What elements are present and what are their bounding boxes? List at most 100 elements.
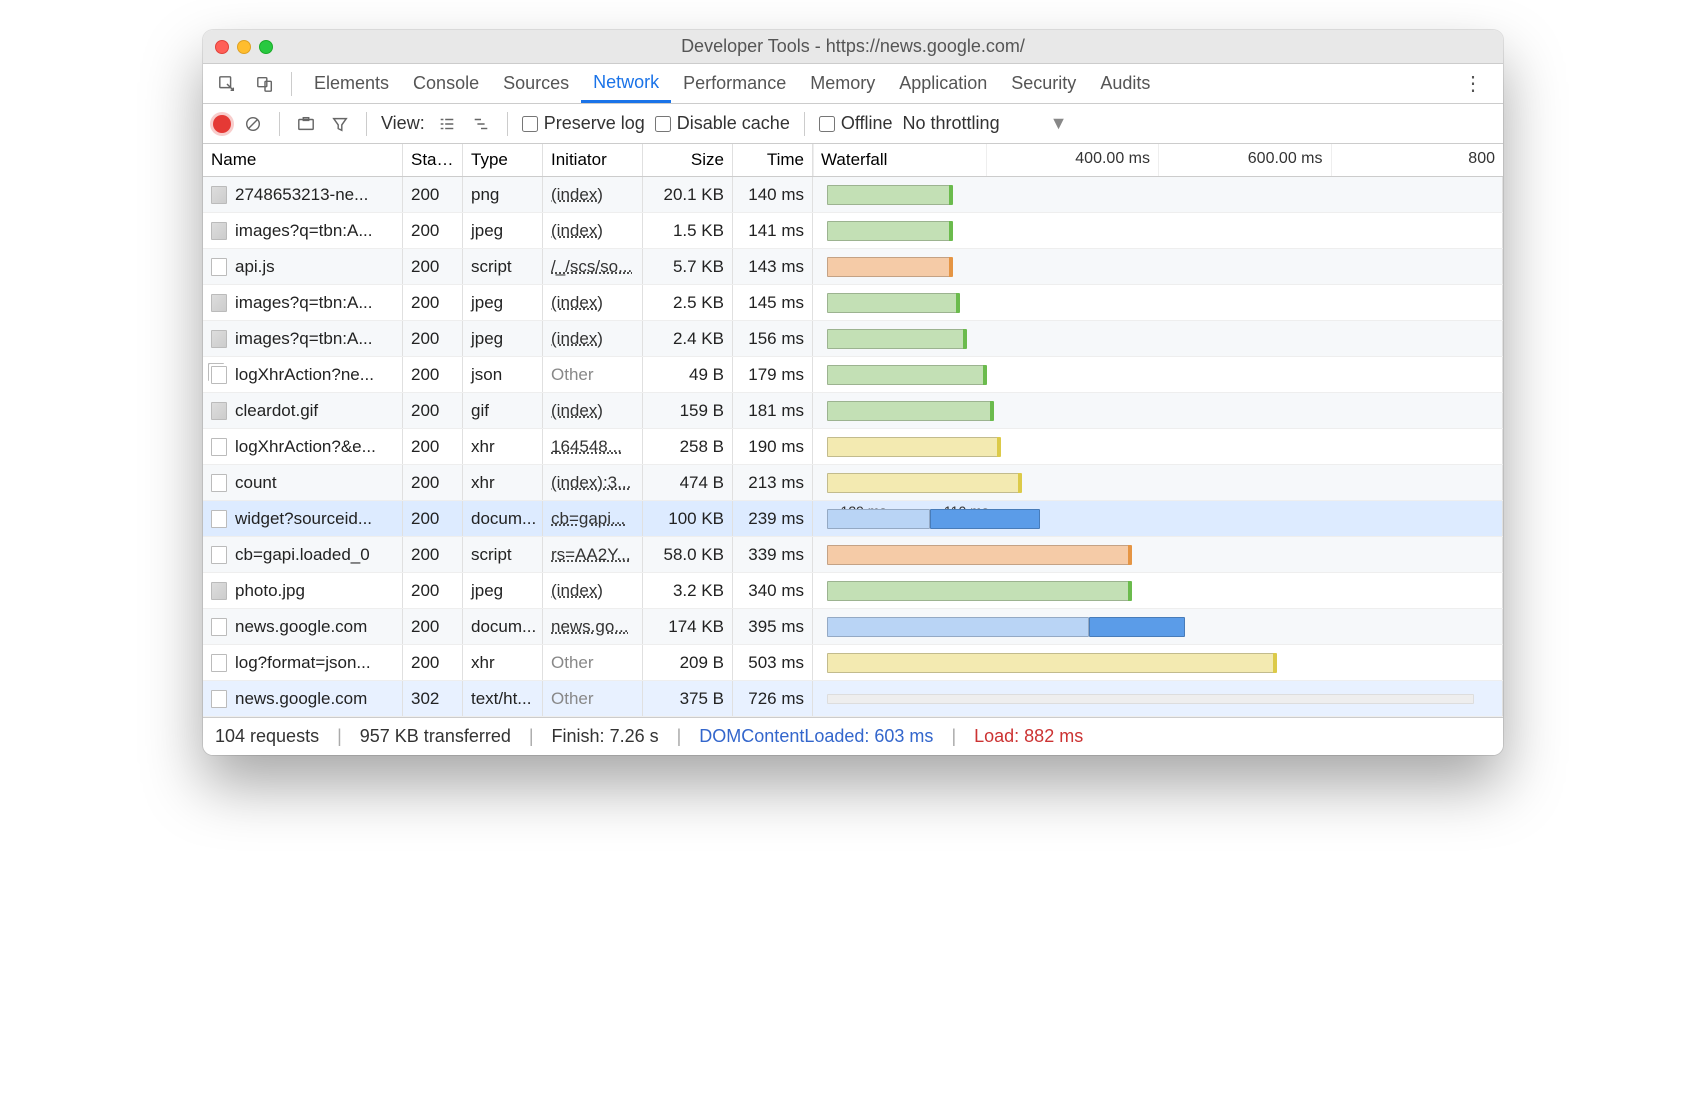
cell-name[interactable]: cleardot.gif bbox=[203, 393, 403, 428]
device-toggle-icon[interactable] bbox=[249, 68, 281, 100]
cell-initiator[interactable]: rs=AA2Y... bbox=[543, 537, 643, 572]
file-icon bbox=[211, 474, 227, 492]
capture-screenshot-icon[interactable] bbox=[294, 112, 318, 136]
tab-memory[interactable]: Memory bbox=[798, 64, 887, 103]
large-rows-icon[interactable] bbox=[435, 112, 459, 136]
table-row[interactable]: widget?sourceid...200docum...cb=gapi...1… bbox=[203, 501, 1503, 537]
cell-initiator[interactable]: Other bbox=[543, 645, 643, 680]
cell-name[interactable]: widget?sourceid... bbox=[203, 501, 403, 536]
more-menu-icon[interactable]: ⋮ bbox=[1451, 71, 1495, 96]
tab-sources[interactable]: Sources bbox=[491, 64, 581, 103]
tab-security[interactable]: Security bbox=[999, 64, 1088, 103]
status-dcl: DOMContentLoaded: 603 ms bbox=[699, 726, 933, 747]
initiator-link[interactable]: (index) bbox=[551, 329, 603, 349]
cell-size: 2.5 KB bbox=[643, 285, 733, 320]
cell-initiator[interactable]: (index) bbox=[543, 573, 643, 608]
initiator-link[interactable]: cb=gapi... bbox=[551, 509, 625, 529]
cell-initiator[interactable]: (index) bbox=[543, 285, 643, 320]
cell-initiator[interactable]: 164548... bbox=[543, 429, 643, 464]
cell-name[interactable]: images?q=tbn:A... bbox=[203, 285, 403, 320]
table-row[interactable]: count200xhr(index):3...474 B213 ms bbox=[203, 465, 1503, 501]
disable-cache-checkbox[interactable]: Disable cache bbox=[655, 113, 790, 134]
table-row[interactable]: log?format=json...200xhrOther209 B503 ms bbox=[203, 645, 1503, 681]
table-row[interactable]: api.js200script/_/scs/so...5.7 KB143 ms bbox=[203, 249, 1503, 285]
waterfall-overview-icon[interactable] bbox=[469, 112, 493, 136]
cell-name[interactable]: 2748653213-ne... bbox=[203, 177, 403, 212]
cell-initiator[interactable]: Other bbox=[543, 357, 643, 392]
cell-name[interactable]: images?q=tbn:A... bbox=[203, 321, 403, 356]
cell-initiator[interactable]: news.go... bbox=[543, 609, 643, 644]
cell-name[interactable]: images?q=tbn:A... bbox=[203, 213, 403, 248]
tab-elements[interactable]: Elements bbox=[302, 64, 401, 103]
cell-name[interactable]: photo.jpg bbox=[203, 573, 403, 608]
initiator-link[interactable]: /_/scs/so... bbox=[551, 257, 632, 277]
cell-type: docum... bbox=[463, 501, 543, 536]
tab-application[interactable]: Application bbox=[887, 64, 999, 103]
table-row[interactable]: logXhrAction?ne...200jsonOther49 B179 ms bbox=[203, 357, 1503, 393]
file-icon bbox=[211, 258, 227, 276]
cell-waterfall bbox=[813, 429, 1503, 464]
initiator-link[interactable]: 164548... bbox=[551, 437, 622, 457]
table-row[interactable]: news.google.com200docum...news.go...174 … bbox=[203, 609, 1503, 645]
col-size[interactable]: Size bbox=[643, 144, 733, 176]
initiator-link[interactable]: rs=AA2Y... bbox=[551, 545, 631, 565]
cell-name[interactable]: news.google.com bbox=[203, 609, 403, 644]
cell-initiator[interactable]: Other bbox=[543, 681, 643, 716]
cell-status: 302 bbox=[403, 681, 463, 716]
tab-performance[interactable]: Performance bbox=[671, 64, 798, 103]
initiator-link[interactable]: news.go... bbox=[551, 617, 629, 637]
col-initiator[interactable]: Initiator bbox=[543, 144, 643, 176]
cell-name[interactable]: logXhrAction?&e... bbox=[203, 429, 403, 464]
record-button[interactable] bbox=[213, 115, 231, 133]
filter-icon[interactable] bbox=[328, 112, 352, 136]
cell-name[interactable]: cb=gapi.loaded_0 bbox=[203, 537, 403, 572]
cell-initiator[interactable]: (index) bbox=[543, 321, 643, 356]
table-row[interactable]: cleardot.gif200gif(index)159 B181 ms bbox=[203, 393, 1503, 429]
table-row[interactable]: cb=gapi.loaded_0200scriptrs=AA2Y...58.0 … bbox=[203, 537, 1503, 573]
initiator-link[interactable]: (index) bbox=[551, 401, 603, 421]
cell-name[interactable]: news.google.com bbox=[203, 681, 403, 716]
table-row[interactable]: images?q=tbn:A...200jpeg(index)2.5 KB145… bbox=[203, 285, 1503, 321]
table-row[interactable]: images?q=tbn:A...200jpeg(index)1.5 KB141… bbox=[203, 213, 1503, 249]
table-row[interactable]: images?q=tbn:A...200jpeg(index)2.4 KB156… bbox=[203, 321, 1503, 357]
preserve-log-checkbox[interactable]: Preserve log bbox=[522, 113, 645, 134]
cell-name[interactable]: api.js bbox=[203, 249, 403, 284]
cell-initiator[interactable]: (index):3... bbox=[543, 465, 643, 500]
cell-initiator[interactable]: cb=gapi... bbox=[543, 501, 643, 536]
cell-name[interactable]: log?format=json... bbox=[203, 645, 403, 680]
offline-checkbox[interactable]: Offline bbox=[819, 113, 893, 134]
window-title: Developer Tools - https://news.google.co… bbox=[203, 36, 1503, 57]
initiator-link[interactable]: (index):3... bbox=[551, 473, 631, 493]
cell-initiator[interactable]: (index) bbox=[543, 213, 643, 248]
cell-name[interactable]: logXhrAction?ne... bbox=[203, 357, 403, 392]
tab-console[interactable]: Console bbox=[401, 64, 491, 103]
cell-initiator[interactable]: (index) bbox=[543, 177, 643, 212]
cell-initiator[interactable]: (index) bbox=[543, 393, 643, 428]
col-waterfall[interactable]: Waterfall 400.00 ms600.00 ms800 bbox=[813, 144, 1503, 176]
initiator-link[interactable]: (index) bbox=[551, 581, 603, 601]
file-name: logXhrAction?ne... bbox=[235, 365, 374, 385]
inspect-element-icon[interactable] bbox=[211, 68, 243, 100]
tab-network[interactable]: Network bbox=[581, 64, 671, 103]
table-header: Name Stat... Type Initiator Size Time Wa… bbox=[203, 144, 1503, 177]
cell-initiator[interactable]: /_/scs/so... bbox=[543, 249, 643, 284]
tab-audits[interactable]: Audits bbox=[1088, 64, 1162, 103]
throttling-select[interactable]: No throttling ▼ bbox=[903, 113, 1068, 134]
cell-waterfall bbox=[813, 681, 1503, 716]
status-load: Load: 882 ms bbox=[974, 726, 1083, 747]
initiator-link[interactable]: (index) bbox=[551, 185, 603, 205]
col-status[interactable]: Stat... bbox=[403, 144, 463, 176]
col-time[interactable]: Time bbox=[733, 144, 813, 176]
table-row[interactable]: news.google.com302text/ht...Other375 B72… bbox=[203, 681, 1503, 717]
waterfall-bar-download bbox=[1089, 617, 1185, 637]
cell-name[interactable]: count bbox=[203, 465, 403, 500]
initiator-link[interactable]: (index) bbox=[551, 293, 603, 313]
clear-icon[interactable] bbox=[241, 112, 265, 136]
waterfall-bar-download bbox=[930, 509, 1040, 529]
table-row[interactable]: photo.jpg200jpeg(index)3.2 KB340 ms bbox=[203, 573, 1503, 609]
initiator-link[interactable]: (index) bbox=[551, 221, 603, 241]
table-row[interactable]: 2748653213-ne...200png(index)20.1 KB140 … bbox=[203, 177, 1503, 213]
table-row[interactable]: logXhrAction?&e...200xhr164548...258 B19… bbox=[203, 429, 1503, 465]
col-type[interactable]: Type bbox=[463, 144, 543, 176]
col-name[interactable]: Name bbox=[203, 144, 403, 176]
